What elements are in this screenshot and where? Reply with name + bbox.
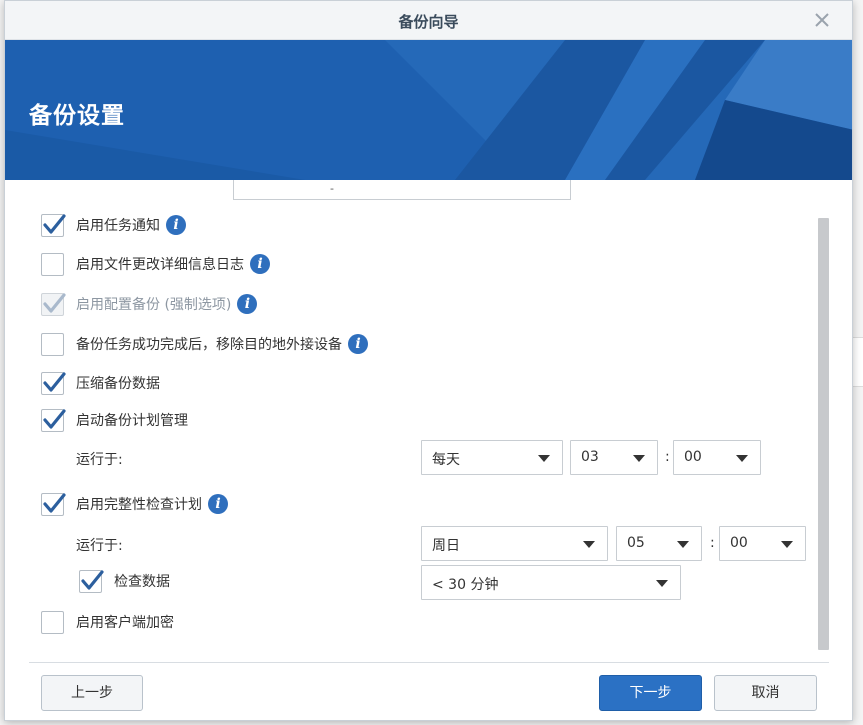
check-data-checkbox[interactable] [79,569,104,593]
footer-divider [29,662,829,663]
client-encrypt-label: 启用客户端加密 [76,615,174,631]
info-icon[interactable]: i [208,494,228,514]
next-button[interactable]: 下一步 [599,675,702,711]
scrollbar[interactable] [818,218,829,650]
compress-label: 压缩备份数据 [76,376,160,392]
header-banner: 备份设置 [5,40,852,180]
chevron-down-icon [656,580,668,587]
check-data-row[interactable]: 检查数据 [79,568,170,594]
schedule-minute-value: 00 [684,449,702,465]
file-change-log-checkbox[interactable] [41,252,64,276]
option-compress[interactable]: 压缩备份数据 [41,370,160,396]
option-config-backup[interactable]: 启用配置备份 (强制选项) i [41,291,258,317]
compress-checkbox[interactable] [41,371,66,395]
file-change-log-label: 启用文件更改详细信息日志 [76,257,244,273]
schedule-minute-select[interactable]: 00 [673,440,761,475]
window-title: 备份向导 [398,13,459,31]
integrity-time-colon: : [710,535,715,551]
integrity-run-label: 运行于: [76,538,123,554]
task-notify-checkbox[interactable] [41,213,66,237]
schedule-hour-select[interactable]: 03 [570,440,658,475]
title-bar: 备份向导 [5,1,852,40]
chevron-down-icon [583,541,595,548]
integrity-day-value: 周日 [432,538,460,554]
info-icon[interactable]: i [166,215,186,235]
config-backup-label: 启用配置备份 (强制选项) [76,297,232,313]
chevron-down-icon [736,455,748,462]
check-data-label: 检查数据 [114,574,170,590]
integrity-day-select[interactable]: 周日 [421,526,608,561]
schedule-frequency-select[interactable]: 每天 [421,440,563,475]
integrity-minute-value: 00 [730,535,748,551]
remove-external-label: 备份任务成功完成后，移除目的地外接设备 [76,337,342,353]
client-encrypt-checkbox[interactable] [41,610,64,634]
backup-wizard-dialog: 备份向导 备份设置 - 启用任务通知 i 启用文件更改详细信息日志 i 启用配置备份 (… [4,0,853,721]
schedule-checkbox[interactable] [41,408,66,432]
desktop-background: 备份向导 备份设置 - 启用任务通知 i 启用文件更改详细信息日志 i 启用配置备份 (… [0,0,863,725]
info-icon[interactable]: i [250,254,270,274]
chevron-down-icon [538,455,550,462]
option-integrity[interactable]: 启用完整性检查计划 i [41,491,228,517]
remove-external-checkbox[interactable] [41,332,64,356]
chevron-down-icon [677,541,689,548]
integrity-checkbox[interactable] [41,492,66,516]
cropped-field: - [233,180,571,200]
page-heading: 备份设置 [29,103,125,129]
config-backup-checkbox [41,292,66,316]
integrity-hour-value: 05 [627,535,645,551]
task-notify-label: 启用任务通知 [76,218,160,234]
option-schedule[interactable]: 启动备份计划管理 [41,407,188,433]
schedule-run-label: 运行于: [76,452,123,468]
integrity-minute-select[interactable]: 00 [719,526,806,561]
schedule-frequency-value: 每天 [432,452,460,468]
close-icon[interactable] [810,8,834,32]
integrity-label: 启用完整性检查计划 [76,497,202,513]
option-task-notify[interactable]: 启用任务通知 i [41,212,186,238]
schedule-hour-value: 03 [581,449,599,465]
prev-button[interactable]: 上一步 [41,675,143,711]
chevron-down-icon [633,455,645,462]
schedule-label: 启动备份计划管理 [76,413,188,429]
option-file-change-log[interactable]: 启用文件更改详细信息日志 i [41,251,270,277]
chevron-down-icon [781,541,793,548]
integrity-duration-select[interactable]: < 30 分钟 [421,565,681,600]
option-client-encrypt[interactable]: 启用客户端加密 [41,609,174,635]
integrity-duration-value: < 30 分钟 [432,577,499,593]
integrity-hour-select[interactable]: 05 [616,526,702,561]
schedule-time-colon: : [665,449,670,465]
info-icon[interactable]: i [348,334,368,354]
info-icon[interactable]: i [237,294,258,314]
footer: 上一步 下一步 取消 [5,662,852,720]
option-remove-external[interactable]: 备份任务成功完成后，移除目的地外接设备 i [41,331,368,357]
settings-content: - 启用任务通知 i 启用文件更改详细信息日志 i 启用配置备份 (强制选项) i 备份任务… [5,180,852,662]
cancel-button[interactable]: 取消 [714,675,817,711]
